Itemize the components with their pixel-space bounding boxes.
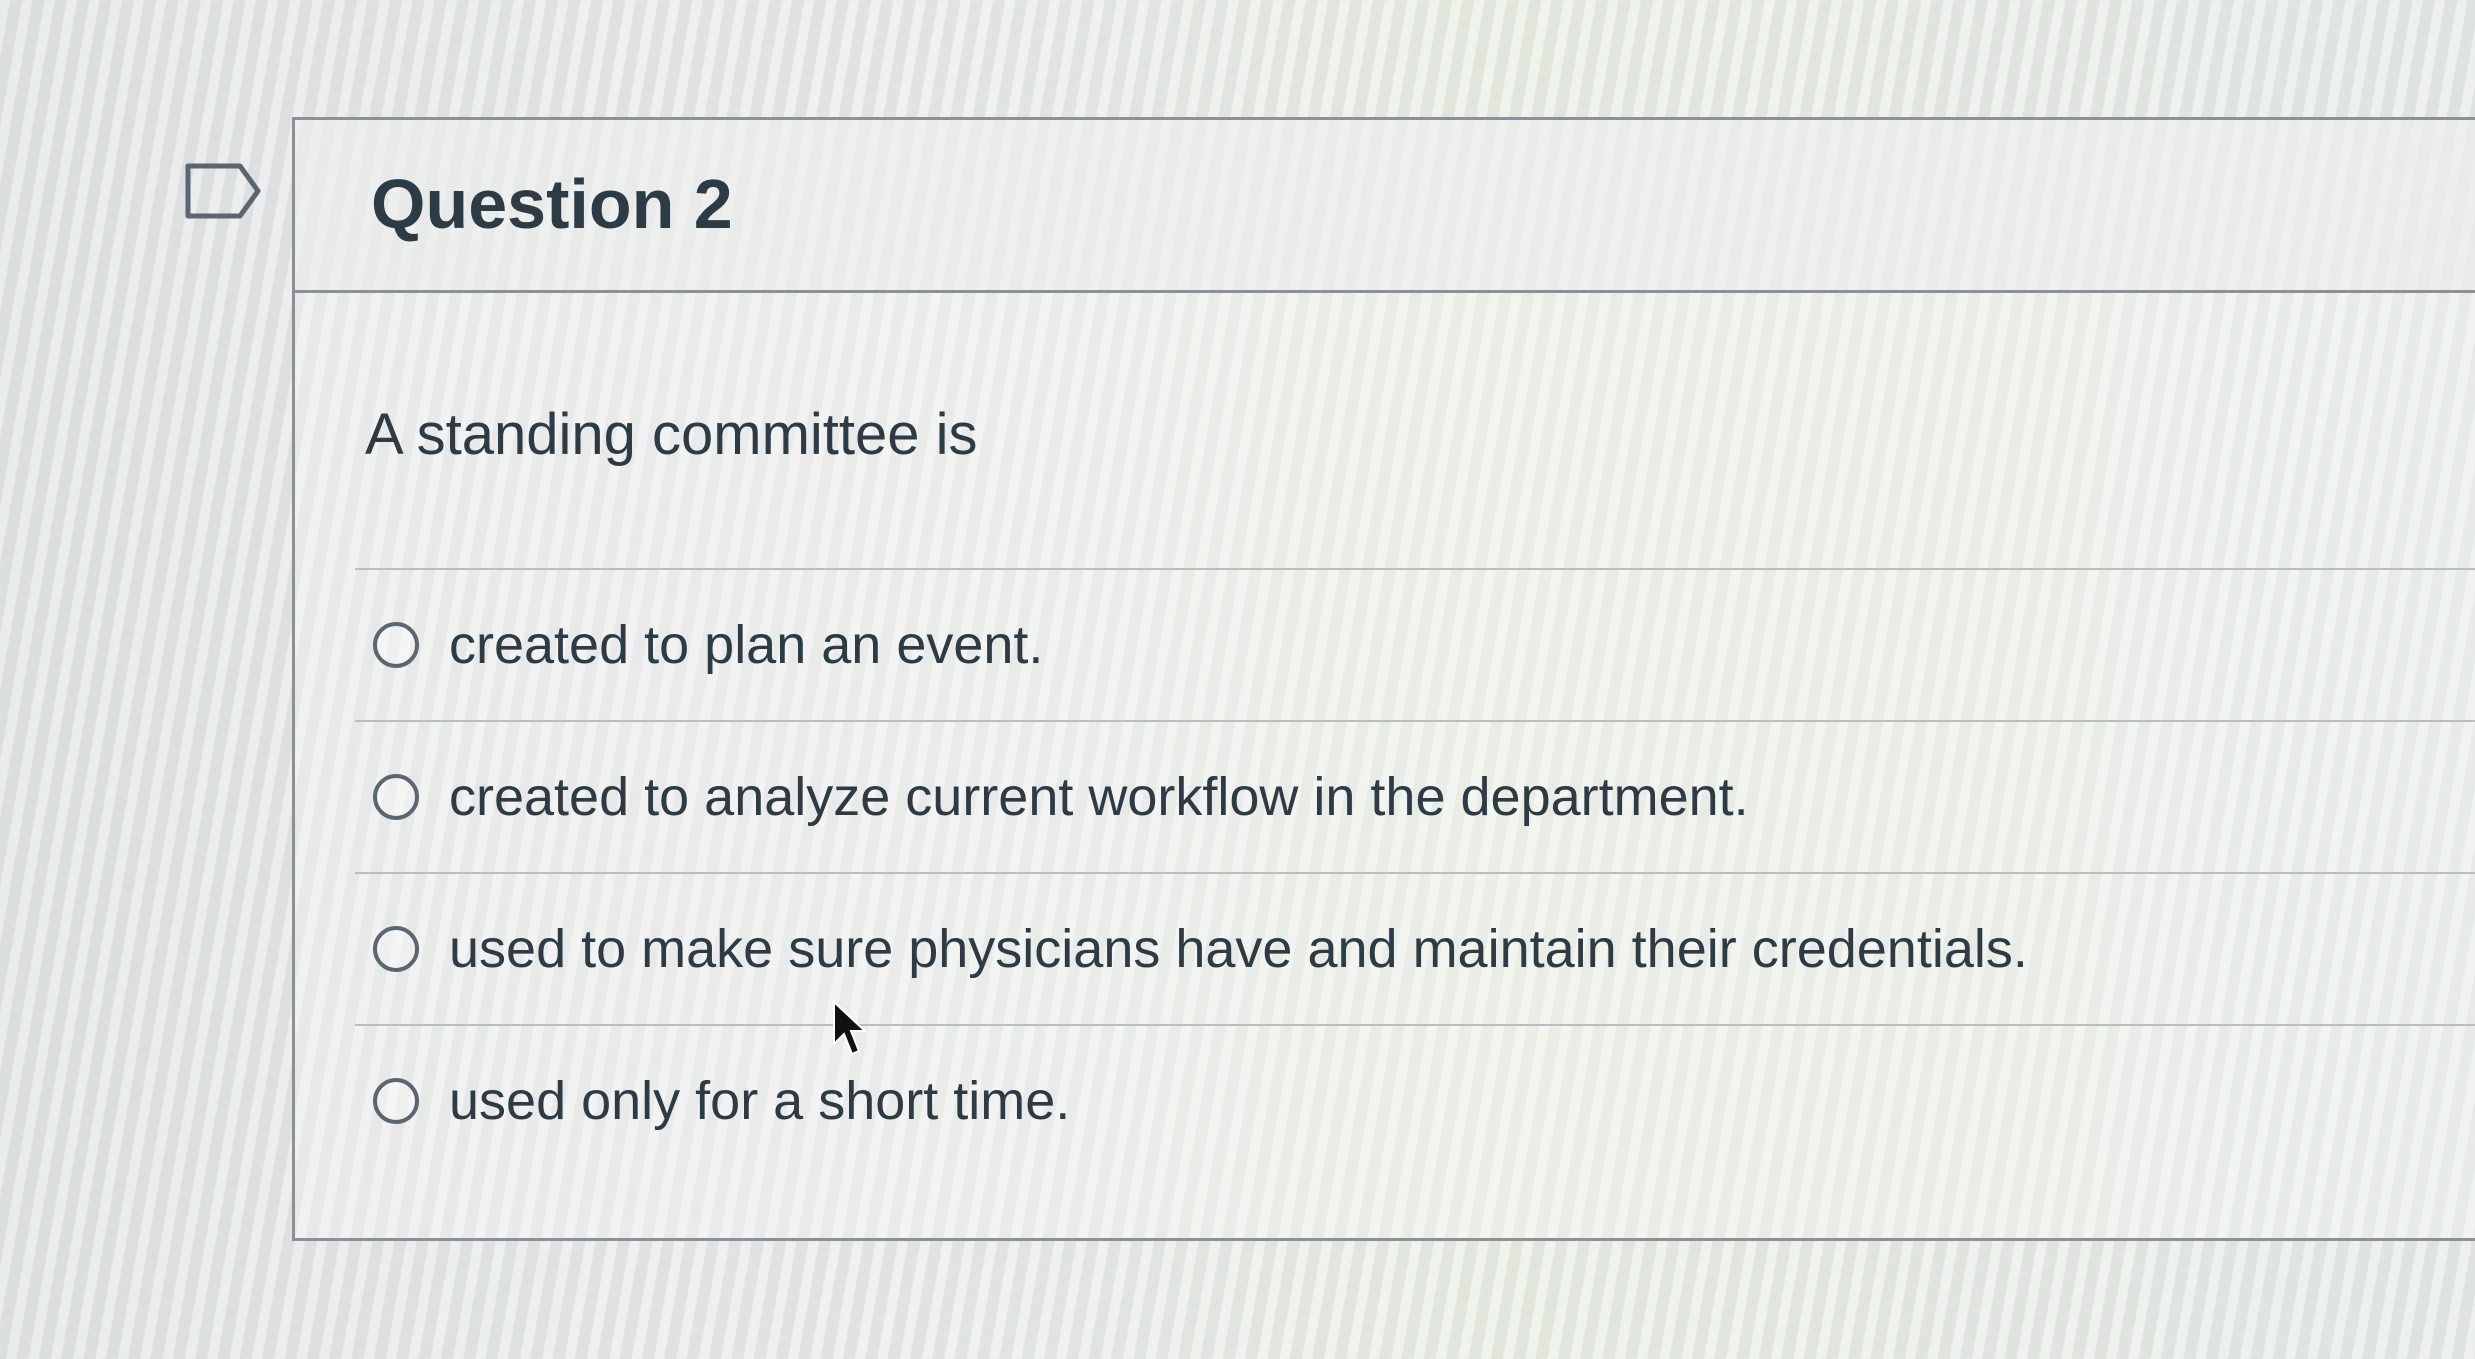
answer-label: used to make sure physicians have and ma… [449,919,2028,979]
answer-option-1[interactable]: created to plan an event. [355,568,2475,720]
answer-option-2[interactable]: created to analyze current workflow in t… [355,720,2475,872]
question-header: Question 2 [295,120,2475,293]
answer-option-3[interactable]: used to make sure physicians have and ma… [355,872,2475,1024]
radio-button-icon[interactable] [373,774,419,820]
answer-label: created to plan an event. [449,615,1044,675]
question-card: Question 2 A standing committee is creat… [292,117,2475,1241]
radio-button-icon[interactable] [373,926,419,972]
answer-label: created to analyze current workflow in t… [449,767,1749,827]
answer-list: created to plan an event. created to ana… [355,568,2475,1176]
flag-question-icon[interactable] [184,162,264,220]
radio-button-icon[interactable] [373,622,419,668]
radio-button-icon[interactable] [373,1078,419,1124]
question-text: A standing committee is [365,402,978,467]
answer-option-4[interactable]: used only for a short time. [355,1024,2475,1176]
question-title: Question 2 [371,165,733,243]
mouse-pointer-icon [833,1000,868,1056]
answer-label: used only for a short time. [449,1071,1071,1131]
